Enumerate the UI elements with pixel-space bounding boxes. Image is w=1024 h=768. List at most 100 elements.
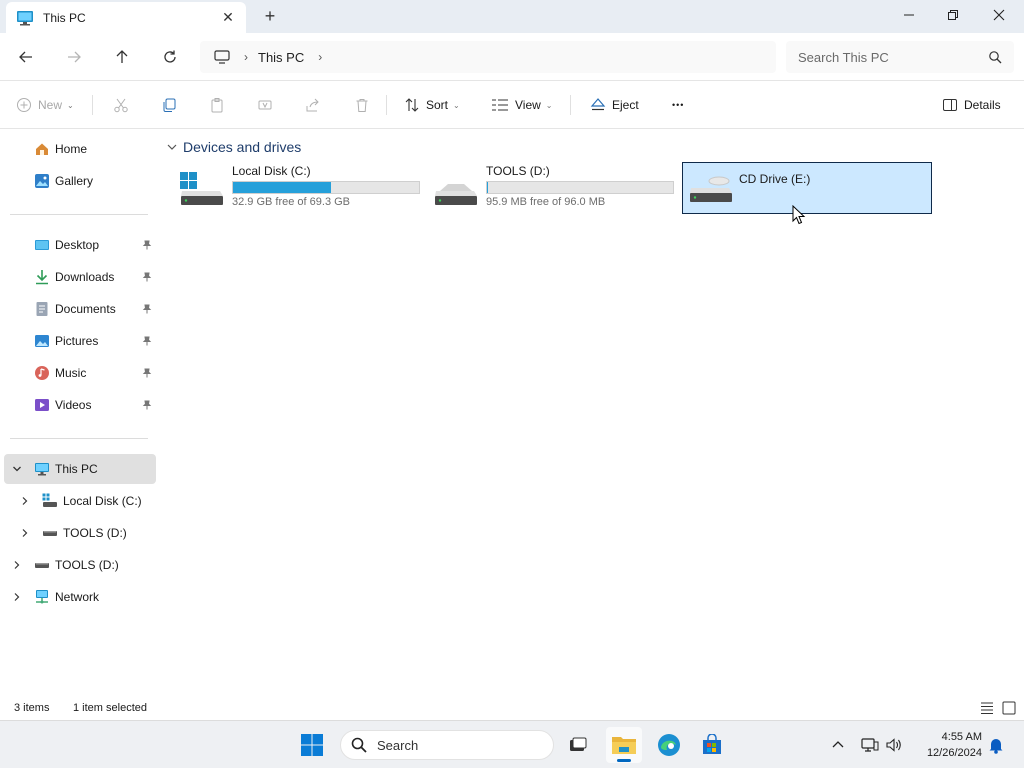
- taskbar-clock[interactable]: 4:55 AM 12/26/2024: [910, 729, 982, 761]
- chevron-right-icon[interactable]: [12, 560, 22, 570]
- sidebar-item-label: Local Disk (C:): [63, 494, 142, 508]
- volume-tray-button[interactable]: [884, 735, 904, 755]
- start-button[interactable]: [294, 727, 330, 763]
- eject-button[interactable]: Eject: [590, 93, 639, 117]
- restore-button[interactable]: [930, 0, 976, 30]
- chevron-right-icon[interactable]: [20, 496, 30, 506]
- sidebar-item-label: Pictures: [55, 334, 99, 348]
- sidebar-item-gallery[interactable]: Gallery: [4, 166, 156, 196]
- sidebar-item-network[interactable]: Network: [4, 582, 156, 612]
- drive-free-space: 95.9 MB free of 96.0 MB: [486, 196, 606, 208]
- details-label: Details: [964, 98, 1001, 112]
- drive-d-icon: [35, 563, 49, 568]
- chevron-right-icon[interactable]: [20, 528, 30, 538]
- paste-button[interactable]: [209, 93, 225, 117]
- videos-icon: [35, 399, 49, 411]
- sidebar-item-downloads[interactable]: Downloads: [4, 262, 156, 292]
- volume-icon: [886, 738, 901, 752]
- search-placeholder[interactable]: Search This PC: [798, 50, 988, 65]
- view-button[interactable]: View ⌄: [491, 93, 553, 117]
- edge-taskbar-button[interactable]: [651, 727, 687, 763]
- close-tab-icon[interactable]: ✕: [220, 9, 236, 25]
- store-taskbar-button[interactable]: [694, 727, 730, 763]
- new-button[interactable]: New ⌄: [16, 93, 74, 117]
- tab-this-pc[interactable]: This PC ✕: [6, 2, 246, 33]
- sidebar-item-videos[interactable]: Videos: [4, 390, 156, 420]
- pin-icon[interactable]: [142, 304, 152, 314]
- more-options-button[interactable]: •••: [672, 93, 684, 117]
- notifications-button[interactable]: [986, 735, 1006, 755]
- group-header-devices[interactable]: Devices and drives: [166, 138, 301, 156]
- home-icon: [36, 143, 48, 155]
- network-status-icon: [861, 738, 879, 752]
- new-tab-button[interactable]: +: [260, 6, 280, 26]
- network-tray-button[interactable]: [860, 735, 880, 755]
- status-bar: 3 items 1 item selected: [0, 698, 1024, 720]
- pin-icon[interactable]: [142, 336, 152, 346]
- monitor-icon: [214, 50, 230, 64]
- usage-bar-fill: [233, 182, 331, 193]
- show-hidden-icons-button[interactable]: [828, 735, 848, 755]
- details-view-icon[interactable]: [980, 701, 994, 715]
- sidebar-item-tools-d[interactable]: TOOLS (D:): [4, 518, 156, 548]
- close-window-button[interactable]: [976, 0, 1022, 30]
- share-button[interactable]: [305, 93, 321, 117]
- pictures-icon: [35, 335, 49, 347]
- delete-button[interactable]: [354, 93, 370, 117]
- divider: [386, 95, 387, 115]
- group-title: Devices and drives: [183, 139, 302, 155]
- taskbar-search[interactable]: Search: [340, 730, 554, 760]
- copy-button[interactable]: [161, 93, 177, 117]
- command-bar: New ⌄ Sort ⌄ View ⌄ Eject ••• Details: [0, 81, 1024, 129]
- pin-icon[interactable]: [142, 368, 152, 378]
- chevron-right-icon[interactable]: ›: [318, 50, 322, 64]
- drive-tile-d[interactable]: TOOLS (D:) 95.9 MB free of 96.0 MB: [416, 162, 674, 214]
- bell-icon: [989, 739, 1003, 754]
- details-pane-icon: [943, 99, 957, 111]
- file-explorer-taskbar-button[interactable]: [606, 727, 642, 763]
- downloads-icon: [36, 270, 48, 285]
- search-box[interactable]: Search This PC: [786, 41, 1014, 73]
- drive-tile-c[interactable]: Local Disk (C:) 32.9 GB free of 69.3 GB: [162, 162, 420, 214]
- sidebar-item-this-pc[interactable]: This PC: [4, 454, 156, 484]
- sort-button[interactable]: Sort ⌄: [404, 93, 460, 117]
- windows-logo-icon: [301, 734, 323, 756]
- sidebar-item-label: Network: [55, 590, 100, 604]
- up-button[interactable]: [108, 43, 136, 71]
- sidebar-item-home[interactable]: Home: [4, 134, 156, 164]
- sidebar-item-music[interactable]: Music: [4, 358, 156, 388]
- usage-bar: [486, 181, 674, 194]
- task-view-button[interactable]: [560, 727, 596, 763]
- rename-button[interactable]: [257, 93, 273, 117]
- refresh-button[interactable]: [156, 43, 184, 71]
- details-button[interactable]: Details: [942, 93, 1001, 117]
- sidebar-item-label: TOOLS (D:): [55, 558, 119, 572]
- task-view-icon: [570, 737, 587, 751]
- view-icon: [492, 99, 508, 111]
- back-button[interactable]: [12, 43, 40, 71]
- chevron-right-icon[interactable]: [12, 592, 22, 602]
- sidebar-item-documents[interactable]: Documents: [4, 294, 156, 324]
- breadcrumb-this-pc[interactable]: This PC: [258, 50, 304, 65]
- forward-button[interactable]: [60, 43, 88, 71]
- address-bar[interactable]: › This PC ›: [200, 41, 776, 73]
- drive-tile-e[interactable]: CD Drive (E:): [682, 162, 932, 214]
- pin-icon[interactable]: [142, 272, 152, 282]
- pin-icon[interactable]: [142, 400, 152, 410]
- sidebar-item-tools-d-root[interactable]: TOOLS (D:): [4, 550, 156, 580]
- sidebar-item-local-disk-c[interactable]: Local Disk (C:): [4, 486, 156, 516]
- chevron-right-icon[interactable]: ›: [244, 50, 248, 64]
- pin-icon[interactable]: [142, 240, 152, 250]
- chevron-down-icon[interactable]: [12, 464, 22, 474]
- sidebar-item-pictures[interactable]: Pictures: [4, 326, 156, 356]
- refresh-icon: [164, 50, 176, 63]
- sidebar-item-label: Downloads: [55, 270, 115, 284]
- network-icon: [36, 590, 48, 604]
- minimize-button[interactable]: [886, 0, 932, 30]
- cut-button[interactable]: [113, 93, 129, 117]
- chevron-down-icon: [167, 144, 177, 150]
- usage-bar: [232, 181, 420, 194]
- tiles-view-icon[interactable]: [1002, 701, 1016, 715]
- sidebar-item-desktop[interactable]: Desktop: [4, 230, 156, 260]
- chevron-down-icon: ⌄: [545, 100, 553, 110]
